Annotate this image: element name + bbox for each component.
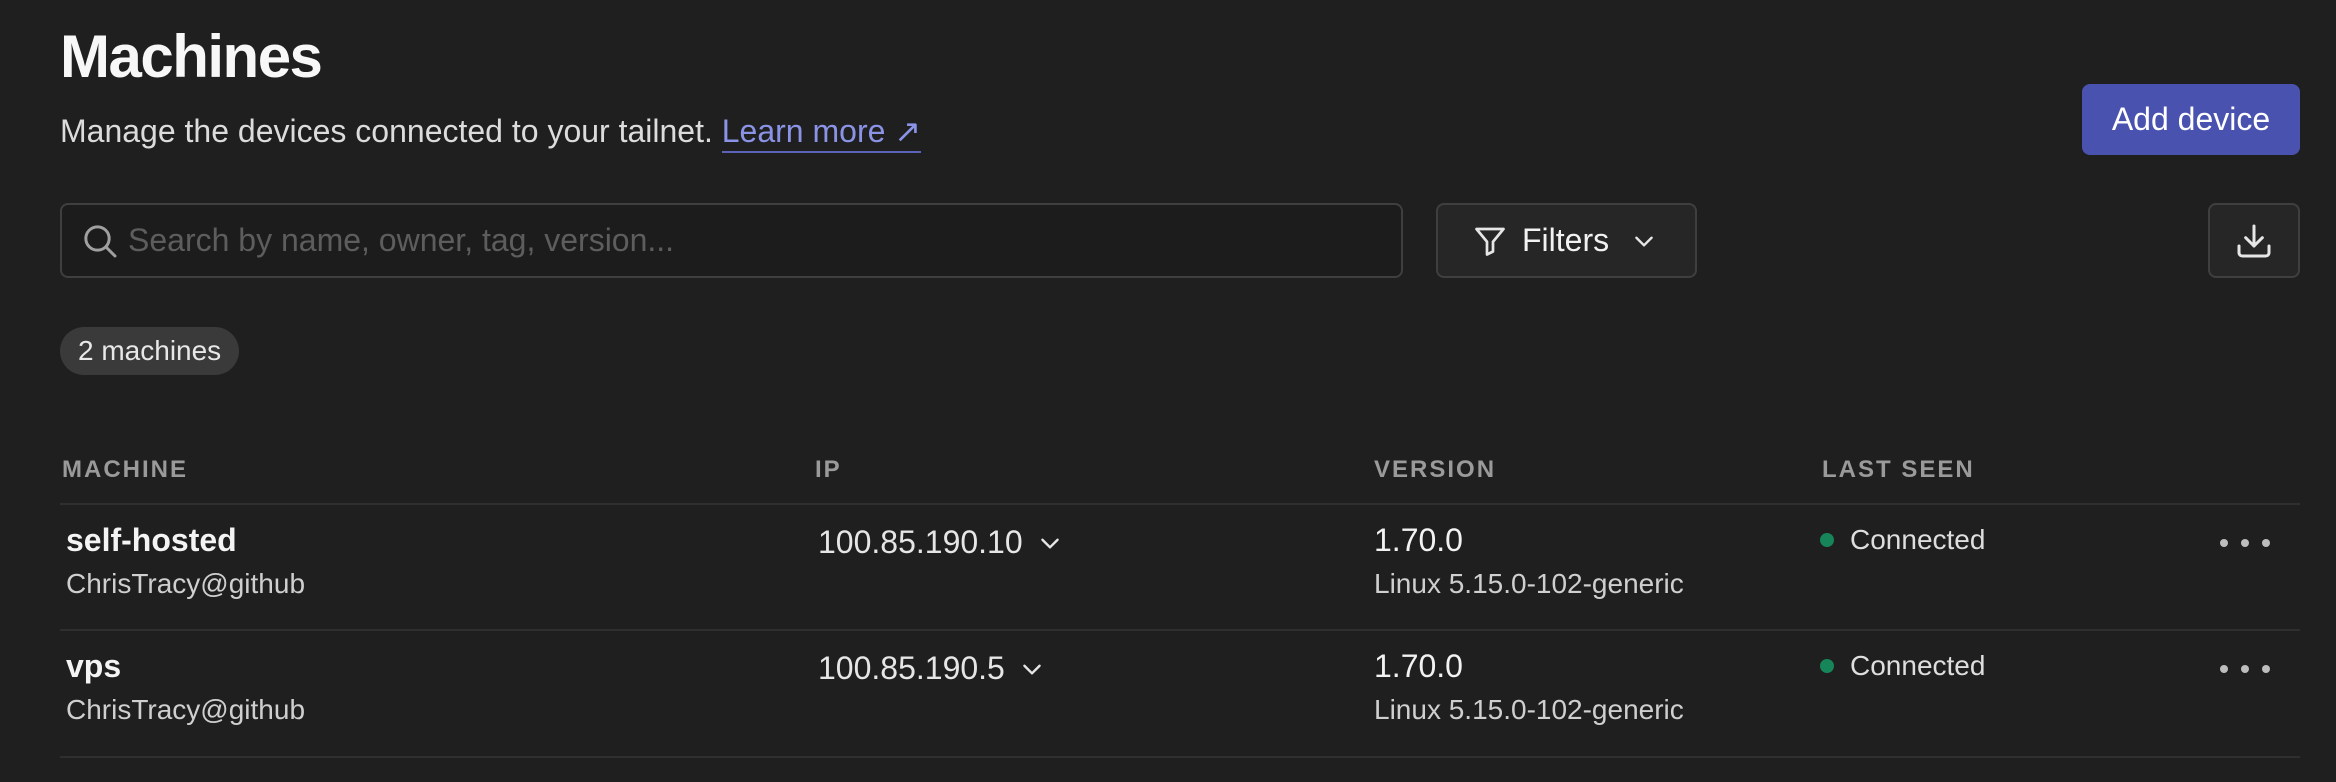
search-input[interactable] xyxy=(128,205,1401,276)
ip-address: 100.85.190.5 xyxy=(818,650,1005,686)
filters-label: Filters xyxy=(1522,222,1610,258)
export-button[interactable] xyxy=(2208,203,2300,278)
machine-owner: ChrisTracy@github xyxy=(66,568,306,599)
page-title: Machines xyxy=(60,23,323,90)
column-header-last-seen[interactable]: LAST SEEN xyxy=(1822,456,1975,484)
more-dot-icon xyxy=(2262,665,2270,673)
row-divider xyxy=(60,756,2300,758)
more-options-button[interactable] xyxy=(2220,654,2270,684)
chevron-down-icon xyxy=(1023,664,1041,675)
more-options-button[interactable] xyxy=(2220,528,2270,558)
table-row[interactable]: self-hosted ChrisTracy@github 100.85.190… xyxy=(0,506,2336,630)
ip-dropdown[interactable]: 100.85.190.10 xyxy=(818,524,1063,561)
more-dot-icon xyxy=(2262,539,2270,547)
column-header-ip[interactable]: IP xyxy=(815,456,842,484)
last-seen-status: Connected xyxy=(1820,650,1985,682)
status-text: Connected xyxy=(1850,524,1986,555)
last-seen-status: Connected xyxy=(1820,524,1985,556)
more-dot-icon xyxy=(2220,539,2228,547)
row-divider xyxy=(60,629,2300,631)
version-number: 1.70.0 xyxy=(1374,522,1463,558)
learn-more-link[interactable]: Learn more ↗ xyxy=(721,113,922,153)
machine-count-badge: 2 machines xyxy=(60,327,240,375)
chevron-down-icon xyxy=(1635,236,1653,247)
column-header-machine[interactable]: MACHINE xyxy=(62,456,188,484)
machine-owner: ChrisTracy@github xyxy=(66,694,306,725)
ip-address: 100.85.190.10 xyxy=(818,524,1023,560)
ip-dropdown[interactable]: 100.85.190.5 xyxy=(818,650,1045,687)
more-dot-icon xyxy=(2220,665,2228,673)
filter-funnel-icon xyxy=(1475,227,1505,256)
filters-button[interactable]: Filters xyxy=(1436,203,1697,278)
connected-dot-icon xyxy=(1820,659,1834,673)
search-icon xyxy=(84,224,117,257)
header-divider xyxy=(60,503,2300,505)
machine-name[interactable]: vps xyxy=(66,648,121,685)
download-icon xyxy=(2237,224,2271,257)
search-box[interactable] xyxy=(60,203,1403,278)
machines-page: Machines Manage the devices connected to… xyxy=(0,0,2336,782)
table-row[interactable]: vps ChrisTracy@github 100.85.190.5 1.70.… xyxy=(0,632,2336,756)
os-version: Linux 5.15.0-102-generic xyxy=(1374,694,1684,725)
add-device-button[interactable]: Add device xyxy=(2082,84,2300,155)
more-dot-icon xyxy=(2241,539,2249,547)
page-subtitle: Manage the devices connected to your tai… xyxy=(60,112,922,153)
connected-dot-icon xyxy=(1820,533,1834,547)
column-header-version[interactable]: VERSION xyxy=(1374,456,1496,484)
more-dot-icon xyxy=(2241,665,2249,673)
subtitle-text: Manage the devices connected to your tai… xyxy=(60,113,713,149)
version-number: 1.70.0 xyxy=(1374,648,1463,684)
machine-name[interactable]: self-hosted xyxy=(66,522,237,559)
chevron-down-icon xyxy=(1040,538,1059,549)
os-version: Linux 5.15.0-102-generic xyxy=(1374,568,1684,599)
status-text: Connected xyxy=(1850,650,1986,681)
